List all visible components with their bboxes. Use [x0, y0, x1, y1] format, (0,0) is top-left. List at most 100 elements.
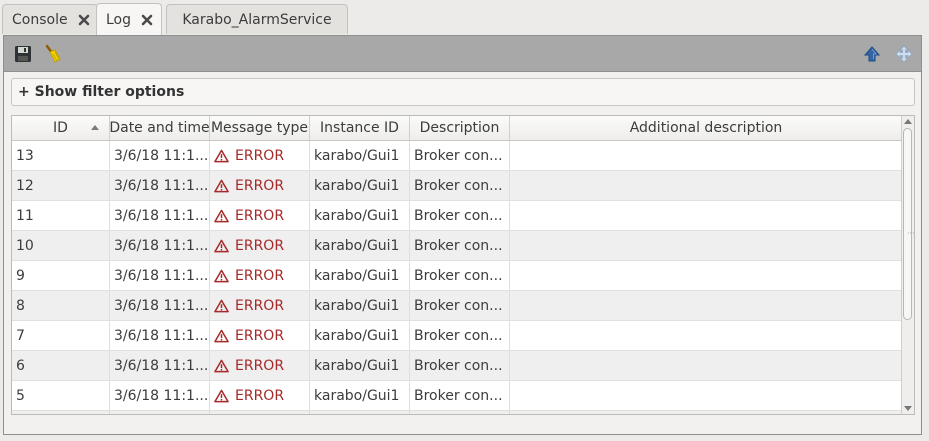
- table-row[interactable]: 8 3/6/18 11:1... ERROR karabo/Gui1 Broker co…: [12, 291, 902, 321]
- scrollbar-thumb[interactable]: ···: [903, 128, 915, 320]
- move-up-arrow-icon[interactable]: [861, 43, 883, 65]
- table-row[interactable]: 6 3/6/18 11:1... ERROR karabo/Gui1 Broker co…: [12, 351, 902, 381]
- cell-date: 3/6/18 11:1...: [110, 291, 210, 320]
- cell-instance-id: karabo/Gui1: [310, 261, 410, 290]
- cell-description: Broker con...: [410, 171, 510, 200]
- scroll-down-arrow-icon[interactable]: [904, 406, 912, 411]
- cell-instance-id: karabo/Gui1: [310, 201, 410, 230]
- show-filter-options-button[interactable]: + Show filter options: [11, 78, 915, 106]
- warning-icon: [214, 299, 235, 313]
- tab-bar: Console Log Karabo_AlarmService: [0, 0, 929, 36]
- cell-id: 10: [12, 231, 110, 260]
- cell-instance-id: karabo/Gui1: [310, 231, 410, 260]
- cell-date: 3/6/18 11:1...: [110, 411, 210, 414]
- column-header-date[interactable]: Date and time: [110, 116, 210, 140]
- table-row[interactable]: 5 3/6/18 11:1... ERROR karabo/Gui1 Broker co…: [12, 381, 902, 411]
- cell-additional-description: [510, 141, 902, 170]
- message-type-label: ERROR: [235, 387, 285, 404]
- cell-description: Broker con...: [410, 291, 510, 320]
- close-icon[interactable]: [140, 13, 154, 27]
- cell-message-type: ERROR: [210, 291, 310, 320]
- cell-additional-description: [510, 381, 902, 410]
- cell-description: Broker con...: [410, 261, 510, 290]
- cell-message-type: ERROR: [210, 231, 310, 260]
- column-header-description[interactable]: Description: [410, 116, 510, 140]
- tab-log[interactable]: Log: [96, 3, 162, 36]
- cell-date: 3/6/18 11:1...: [110, 321, 210, 350]
- message-type-label: ERROR: [235, 147, 285, 164]
- column-header-message-type[interactable]: Message type: [210, 116, 310, 140]
- warning-icon: [214, 149, 235, 163]
- cell-additional-description: [510, 261, 902, 290]
- tab-alarm-label: Karabo_AlarmService: [182, 11, 332, 28]
- vertical-scrollbar[interactable]: ···: [901, 116, 914, 414]
- cell-message-type: ERROR: [210, 321, 310, 350]
- cell-instance-id: karabo/Gui1: [310, 321, 410, 350]
- cell-description: Broker con...: [410, 381, 510, 410]
- warning-icon: [214, 209, 235, 223]
- tab-karabo-alarmservice[interactable]: Karabo_AlarmService: [166, 4, 348, 34]
- warning-icon: [214, 329, 235, 343]
- table-row[interactable]: 7 3/6/18 11:1... ERROR karabo/Gui1 Broker co…: [12, 321, 902, 351]
- cell-additional-description: [510, 291, 902, 320]
- cell-description: Broker con...: [410, 351, 510, 380]
- warning-icon: [214, 179, 235, 193]
- message-type-label: ERROR: [235, 327, 285, 344]
- tab-console-label: Console: [12, 11, 68, 28]
- cell-message-type: ERROR: [210, 171, 310, 200]
- tab-log-label: Log: [106, 12, 132, 28]
- cell-message-type: ERROR: [210, 261, 310, 290]
- cell-description: Broker con...: [410, 231, 510, 260]
- message-type-label: ERROR: [235, 357, 285, 374]
- column-header-id[interactable]: ID: [12, 116, 110, 140]
- cell-message-type: ERROR: [210, 351, 310, 380]
- cell-additional-description: [510, 351, 902, 380]
- table-row[interactable]: 9 3/6/18 11:1... ERROR karabo/Gui1 Broker co…: [12, 261, 902, 291]
- table-row[interactable]: 13 3/6/18 11:1... ERROR karabo/Gui1 Broker c…: [12, 141, 902, 171]
- warning-icon: [214, 269, 235, 283]
- cell-id: 5: [12, 381, 110, 410]
- table-row[interactable]: 43/6/18 11:1...ERRORkarabo/Gui1Broker co…: [12, 411, 902, 414]
- table-row[interactable]: 10 3/6/18 11:1... ERROR karabo/Gui1 Broker c…: [12, 231, 902, 261]
- cell-date: 3/6/18 11:1...: [110, 141, 210, 170]
- cell-message-type: ERROR: [210, 141, 310, 170]
- cell-additional-description: [510, 411, 902, 414]
- scrollbar-grip-icon: ···: [907, 229, 915, 238]
- cell-id: 8: [12, 291, 110, 320]
- cell-id: 13: [12, 141, 110, 170]
- cell-date: 3/6/18 11:1...: [110, 171, 210, 200]
- scroll-up-arrow-icon[interactable]: [904, 119, 912, 124]
- table-row[interactable]: 11 3/6/18 11:1... ERROR karabo/Gui1 Broker c…: [12, 201, 902, 231]
- cell-instance-id: karabo/Gui1: [310, 351, 410, 380]
- cell-additional-description: [510, 231, 902, 260]
- cell-instance-id: karabo/Gui1: [310, 291, 410, 320]
- close-icon[interactable]: [77, 13, 91, 27]
- cell-date: 3/6/18 11:1...: [110, 381, 210, 410]
- warning-icon: [214, 359, 235, 373]
- message-type-label: ERROR: [235, 207, 285, 224]
- cell-date: 3/6/18 11:1...: [110, 351, 210, 380]
- table-header: ID Date and time Message type Instance I…: [12, 116, 902, 141]
- clear-broom-icon[interactable]: [42, 43, 64, 65]
- column-header-additional-description[interactable]: Additional description: [510, 116, 902, 140]
- save-icon[interactable]: [12, 43, 34, 65]
- cell-instance-id: karabo/Gui1: [310, 381, 410, 410]
- cell-id: 11: [12, 201, 110, 230]
- message-type-label: ERROR: [235, 177, 285, 194]
- cell-message-type: ERROR: [210, 411, 310, 414]
- log-table: ID Date and time Message type Instance I…: [11, 115, 915, 415]
- table-row[interactable]: 12 3/6/18 11:1... ERROR karabo/Gui1 Broker c…: [12, 171, 902, 201]
- cell-id: 12: [12, 171, 110, 200]
- cell-date: 3/6/18 11:1...: [110, 201, 210, 230]
- warning-icon: [214, 389, 235, 403]
- message-type-label: ERROR: [235, 237, 285, 254]
- tab-console[interactable]: Console: [2, 4, 98, 34]
- column-header-instance-id[interactable]: Instance ID: [310, 116, 410, 140]
- cell-id: 6: [12, 351, 110, 380]
- cell-additional-description: [510, 171, 902, 200]
- cell-instance-id: karabo/Gui1: [310, 411, 410, 414]
- log-toolbar: [4, 36, 921, 72]
- cell-message-type: ERROR: [210, 381, 310, 410]
- maximize-icon[interactable]: [893, 43, 915, 65]
- message-type-label: ERROR: [235, 267, 285, 284]
